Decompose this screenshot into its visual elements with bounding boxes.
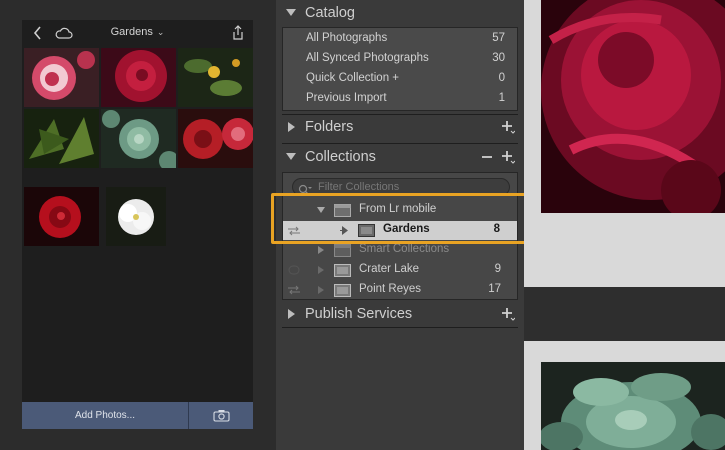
filter-collections-input[interactable]: Filter Collections [292,178,510,196]
photo-thumbnail[interactable] [24,109,99,168]
collection-crater-lake[interactable]: Crater Lake 9 [283,260,517,280]
collection-arrow-icon [316,285,326,295]
catalog-item-count: 0 [498,72,505,84]
catalog-item-label: Quick Collection + [306,72,399,84]
catalog-section-header[interactable]: Catalog [276,2,524,26]
add-plus-icon[interactable] [501,307,516,321]
camera-icon [213,409,230,422]
minus-icon[interactable] [481,150,493,164]
collections-section-header[interactable]: Collections [276,146,524,170]
publish-services-section-header[interactable]: Publish Services [276,303,524,327]
collections-title: Collections [305,149,376,165]
expand-triangle-icon [285,7,297,19]
folders-section-header[interactable]: Folders [276,116,524,140]
catalog-item-quick-collection[interactable]: Quick Collection + 0 [283,69,517,89]
collection-set-icon [334,244,351,257]
collapse-triangle-icon [285,121,297,133]
photo-thumbnail[interactable] [106,187,166,246]
photo-thumbnail[interactable] [178,109,253,168]
collection-count: 9 [494,263,501,275]
add-plus-icon[interactable] [501,150,516,164]
collapse-triangle-icon [316,245,326,255]
section-divider [282,327,518,328]
album-title[interactable]: Gardens ⌄ [72,26,203,38]
collection-arrow-icon [316,265,326,275]
collection-icon [334,264,351,277]
share-icon[interactable] [231,24,245,42]
add-photos-bar: Add Photos... [22,402,253,429]
collection-point-reyes[interactable]: Point Reyes 17 [283,280,517,300]
photo-thumbnail[interactable] [101,109,176,168]
publish-services-title: Publish Services [305,306,413,322]
collection-set-smart-collections[interactable]: Smart Collections [283,240,517,260]
collection-label: From Lr mobile [359,203,437,215]
cloud-icon[interactable] [55,26,73,40]
section-divider [282,143,518,144]
collapse-triangle-icon [285,308,297,320]
collection-icon [358,224,375,237]
collection-arrow-icon [340,225,350,236]
phone-screen: Gardens ⌄ Add Photos... [22,20,253,429]
photo-grid-area [524,0,725,450]
catalog-item-label: All Photographs [306,32,388,44]
photo-thumbnail[interactable] [101,48,176,107]
catalog-item-all-photographs[interactable]: All Photographs 57 [283,29,517,49]
collection-icon [334,284,351,297]
sync-arrows-icon[interactable] [287,285,301,295]
expand-triangle-icon [316,205,326,215]
catalog-item-label: Previous Import [306,92,387,104]
folders-title: Folders [305,119,354,135]
album-title-text: Gardens [110,26,153,38]
photo-thumbnail[interactable] [178,48,253,107]
photo-image [541,362,725,450]
photo-image [541,0,725,213]
search-icon [298,182,312,195]
expand-triangle-icon [285,151,297,163]
phone-top-bar: Gardens ⌄ [22,20,253,47]
collection-set-from-lr-mobile[interactable]: From Lr mobile [283,200,517,220]
catalog-item-count: 57 [492,32,505,44]
catalog-item-label: All Synced Photographs [306,52,429,64]
photo-thumbnail[interactable] [24,187,99,246]
catalog-item-all-synced[interactable]: All Synced Photographs 30 [283,49,517,69]
photo-cell[interactable] [524,341,725,450]
add-plus-icon[interactable] [501,120,516,134]
sync-toggle-icon[interactable] [287,265,301,275]
back-icon[interactable] [31,24,45,42]
add-photos-button[interactable]: Add Photos... [22,402,189,429]
photo-thumbnail[interactable] [24,48,99,107]
mobile-app-panel: Gardens ⌄ Add Photos... [0,0,276,450]
collection-label: Crater Lake [359,263,420,275]
collection-label: Gardens [383,223,430,235]
collection-gardens-selected[interactable]: Gardens 8 [283,221,517,240]
catalog-list: All Photographs 57 All Synced Photograph… [282,27,518,111]
catalog-item-previous-import[interactable]: Previous Import 1 [283,89,517,109]
collection-count: 17 [488,283,501,295]
photo-cell[interactable] [524,0,725,287]
collection-set-icon [334,204,351,217]
catalog-title: Catalog [305,5,355,21]
catalog-item-count: 1 [498,92,505,104]
collection-label: Smart Collections [359,243,450,255]
collection-label: Point Reyes [359,283,422,295]
camera-button[interactable] [190,402,253,429]
filter-placeholder: Filter Collections [318,181,400,193]
collection-count: 8 [493,223,500,235]
catalog-item-count: 30 [492,52,505,64]
section-divider [282,114,518,115]
sync-arrows-icon[interactable] [287,226,301,236]
chevron-down-icon: ⌄ [156,27,165,37]
